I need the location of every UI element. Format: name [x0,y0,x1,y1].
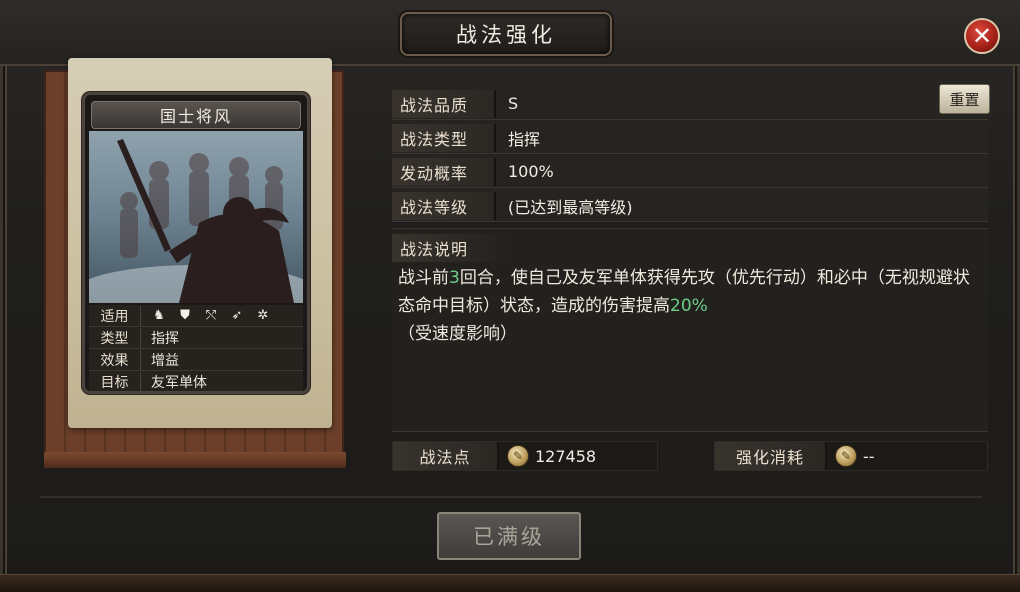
card-row-units: 适用 ♞ ⛊ ⤲ ➶ ✲ [89,305,303,327]
dialog-title: 战法强化 [400,12,612,56]
upgrade-cost-value: -- [863,446,875,466]
level-value: (已达到最高等级) [508,197,633,217]
upgrade-cost-label: 强化消耗 [715,442,827,470]
quality-row: 战法品质 S [392,88,988,120]
card-row-value: 指挥 [151,330,179,347]
unit-type-icons: ♞ ⛊ ⤲ ➶ ✲ [141,308,271,324]
quality-value: S [508,94,519,113]
quality-label: 战法品质 [392,89,496,118]
bow-icon: ⤲ [205,307,217,323]
card-row-target: 目标 友军单体 [89,371,303,391]
type-value: 指挥 [508,129,541,149]
card-attributes: 适用 ♞ ⛊ ⤲ ➶ ✲ 类型 指挥 效果 增益 目标 友军单体 [89,305,303,391]
max-level-button[interactable]: 已满级 [437,512,581,560]
description-part: （受速度影响） [398,324,517,344]
chariot-icon: ✲ [257,307,269,323]
level-row: 战法等级 (已达到最高等级) [392,190,988,222]
description-highlight: 20% [670,296,708,316]
type-label: 战法类型 [392,123,496,152]
bottom-border [0,574,1020,592]
description-title: 战法说明 [392,234,512,262]
upgrade-cost-row: 强化消耗 ✎ -- [714,441,988,471]
shield-icon: ⛊ [180,307,190,323]
card-row-key: 类型 [89,327,141,348]
card-title: 国士将风 [91,101,301,129]
divider [40,496,982,498]
description-text: 战斗前3回合，使自己及友军单体获得先攻（优先行动）和必中（无视规避状态命中目标）… [398,264,978,348]
coin-icon: ✎ [507,445,529,467]
tactic-points-label: 战法点 [393,442,499,470]
tactic-points-row: 战法点 ✎ 127458 [392,441,658,471]
card-row-type: 类型 指挥 [89,327,303,349]
coin-icon: ✎ [835,445,857,467]
tactic-card: 国士将风 适用 ♞ ⛊ ⤲ ➶ ✲ 类型 指挥 效果 增益 目标 友军单体 [82,92,310,394]
reset-button[interactable]: 重置 [939,84,990,114]
rate-row: 发动概率 100% [392,156,988,188]
close-icon: ✕ [971,22,993,50]
card-row-value: 友军单体 [151,374,207,391]
description-part: 战斗前 [398,268,449,288]
card-row-key: 目标 [89,371,141,391]
card-row-key: 效果 [89,349,141,370]
card-row-effect: 效果 增益 [89,349,303,371]
rate-label: 发动概率 [392,157,496,186]
type-row: 战法类型 指挥 [392,122,988,154]
rate-value: 100% [508,162,554,181]
card-row-key: 适用 [89,305,141,326]
level-label: 战法等级 [392,191,496,220]
close-button[interactable]: ✕ [964,18,1000,54]
card-row-value: 增益 [151,352,179,369]
description-highlight: 3 [449,268,460,288]
scroll-roller [44,452,346,468]
card-artwork [89,131,303,303]
tactic-points-value: 127458 [535,446,597,466]
cavalry-icon: ♞ [153,307,165,323]
spear-icon: ➶ [231,307,243,323]
